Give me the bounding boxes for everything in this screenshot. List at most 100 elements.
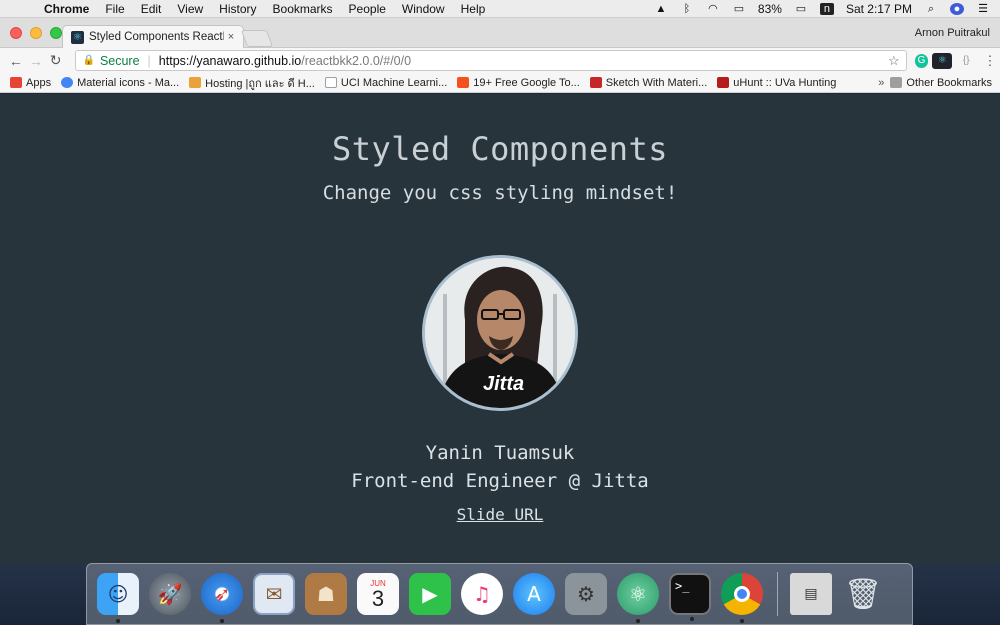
google-tools-favicon [457, 77, 470, 88]
menu-help[interactable]: Help [461, 2, 486, 16]
spotlight-search-icon[interactable]: ⌕ [924, 3, 938, 15]
trash-icon[interactable]: 🗑 [842, 573, 884, 615]
zoom-window-button[interactable] [50, 27, 62, 39]
terminal-icon[interactable]: >_ [669, 573, 711, 621]
chrome-menu-icon[interactable]: ⋮ [980, 53, 1000, 69]
slide-viewport: Styled Components Change you css styling… [0, 94, 1000, 564]
menu-edit[interactable]: Edit [141, 2, 162, 16]
launchpad-icon[interactable]: 🚀 [149, 573, 191, 615]
grammarly-extension-icon[interactable]: G [914, 53, 929, 68]
close-tab-icon[interactable]: × [224, 31, 238, 43]
bookmark-label: uHunt :: UVa Hunting [733, 76, 837, 89]
wifi-icon[interactable]: ◠ [706, 3, 720, 15]
bookmark-uci-ml[interactable]: UCI Machine Learni... [324, 76, 448, 89]
menu-file[interactable]: File [105, 2, 124, 16]
folder-icon [890, 77, 903, 88]
battery-icon[interactable]: ▭ [794, 3, 808, 15]
chrome-icon[interactable] [721, 573, 763, 623]
bookmark-uhunt[interactable]: uHunt :: UVa Hunting [717, 77, 836, 89]
json-viewer-extension-icon[interactable]: {} [956, 53, 976, 69]
mail-icon[interactable]: ✉ [253, 573, 295, 615]
apps-grid-icon [10, 77, 22, 88]
bookmark-apps[interactable]: Apps [10, 77, 51, 89]
bookmark-google-tools[interactable]: 19+ Free Google To... [457, 77, 580, 89]
omnibox-separator: | [147, 53, 151, 68]
menu-bookmarks[interactable]: Bookmarks [273, 2, 333, 16]
facetime-icon[interactable]: ▶ [409, 573, 451, 615]
hosting-favicon [189, 77, 202, 88]
menubar-clock[interactable]: Sat 2:17 PM [846, 2, 912, 16]
uva-favicon [717, 77, 730, 88]
atom-icon[interactable]: ⚛ [617, 573, 659, 623]
window-controls [10, 27, 62, 39]
notion-icon[interactable]: n [819, 2, 834, 15]
url-path: /reactbkk2.0.0/#/0/0 [301, 53, 412, 68]
bookmarks-overflow-chevron[interactable]: » [878, 77, 884, 89]
url-host: https://yanawaro.github.io [158, 53, 302, 68]
speaker-role: Front-end Engineer @ Jitta [351, 470, 649, 492]
system-preferences-icon[interactable]: ⚙ [565, 573, 607, 615]
page-icon [324, 77, 337, 88]
new-tab-button[interactable] [240, 30, 274, 47]
browser-tab-active[interactable]: ⚛ Styled Components ReactBKK × [62, 25, 244, 48]
google-drive-icon[interactable]: ▲ [654, 3, 668, 15]
bluetooth-icon[interactable]: ᛒ [680, 3, 694, 15]
bookmark-material-icons[interactable]: Material icons - Ma... [61, 77, 179, 89]
calendar-icon[interactable]: JUN 3 [357, 573, 399, 615]
bookmarks-bar: Apps Material icons - Ma... Hosting |ถูก… [0, 73, 1000, 93]
bookmark-label: 19+ Free Google To... [473, 76, 580, 89]
sketch-favicon [589, 77, 602, 88]
address-bar[interactable]: 🔒 Secure | https://yanawaro.github.io /r… [75, 50, 907, 71]
forward-icon[interactable]: → [26, 53, 46, 69]
lock-icon: 🔒 [82, 55, 95, 66]
bookmark-label: Material icons - Ma... [77, 76, 180, 89]
bookmark-hosting[interactable]: Hosting |ถูก และ ดี H... [189, 74, 315, 92]
siri-icon[interactable]: ● [950, 2, 964, 15]
battery-percent[interactable]: 83% [758, 2, 782, 16]
itunes-icon[interactable]: ♫ [461, 573, 503, 615]
bookmark-label: Hosting |ถูก และ ดี H... [205, 77, 315, 90]
bookmark-label: Other Bookmarks [906, 76, 992, 89]
profile-name[interactable]: Arnon Puitrakul [915, 27, 990, 39]
browser-toolbar: ← → ↻ 🔒 Secure | https://yanawaro.github… [0, 48, 1000, 73]
minimize-window-button[interactable] [30, 27, 42, 39]
running-indicator [740, 619, 744, 623]
speaker-avatar: Jitta [422, 255, 578, 411]
notification-center-icon[interactable]: ☰ [976, 3, 990, 15]
running-indicator [220, 619, 224, 623]
bookmark-star-icon[interactable]: ☆ [888, 53, 900, 69]
contacts-icon[interactable]: ☗ [305, 573, 347, 615]
menu-window[interactable]: Window [402, 2, 445, 16]
bookmark-other-folder[interactable]: Other Bookmarks [890, 77, 992, 89]
airplay-icon[interactable]: ▭ [732, 3, 746, 15]
chrome-center-icon [734, 586, 750, 602]
back-icon[interactable]: ← [6, 53, 26, 69]
slide-url-link[interactable]: Slide URL [0, 505, 1000, 524]
browser-tab-strip: ⚛ Styled Components ReactBKK × Arnon Pui… [0, 18, 1000, 48]
finder-icon[interactable]: ☺ [97, 573, 139, 623]
speaker-name: Yanin Tuamsuk [425, 442, 575, 464]
menu-app-name[interactable]: Chrome [44, 2, 89, 16]
secure-label: Secure [99, 53, 140, 68]
bookmark-label: UCI Machine Learni... [340, 76, 448, 89]
bookmark-label: Apps [26, 76, 52, 89]
tab-title: Styled Components ReactBKK [89, 31, 224, 43]
dock-separator [777, 572, 778, 616]
shirt-logo-text: Jitta [483, 373, 524, 395]
app-store-icon[interactable]: A [513, 573, 555, 615]
running-indicator [690, 617, 694, 621]
react-devtools-extension-icon[interactable]: ⚛ [932, 52, 953, 69]
menu-people[interactable]: People [349, 2, 386, 16]
slide-title: Styled Components [331, 130, 668, 168]
close-window-button[interactable] [10, 27, 22, 39]
calendar-day: 3 [371, 585, 385, 611]
reload-icon[interactable]: ↻ [46, 52, 66, 69]
menu-history[interactable]: History [219, 2, 256, 16]
slide-subtitle: Change you css styling mindset! [322, 182, 678, 204]
menu-view[interactable]: View [177, 2, 203, 16]
bookmark-sketch-material[interactable]: Sketch With Materi... [589, 77, 707, 89]
menubar-status-area: ▲ ᛒ ◠ ▭ 83% ▭ n Sat 2:17 PM ⌕ ● ☰ [654, 2, 990, 16]
safari-icon[interactable]: ➶ [201, 573, 243, 623]
material-icons-favicon [61, 77, 74, 88]
downloads-stack-icon[interactable]: ▤ [790, 573, 832, 615]
